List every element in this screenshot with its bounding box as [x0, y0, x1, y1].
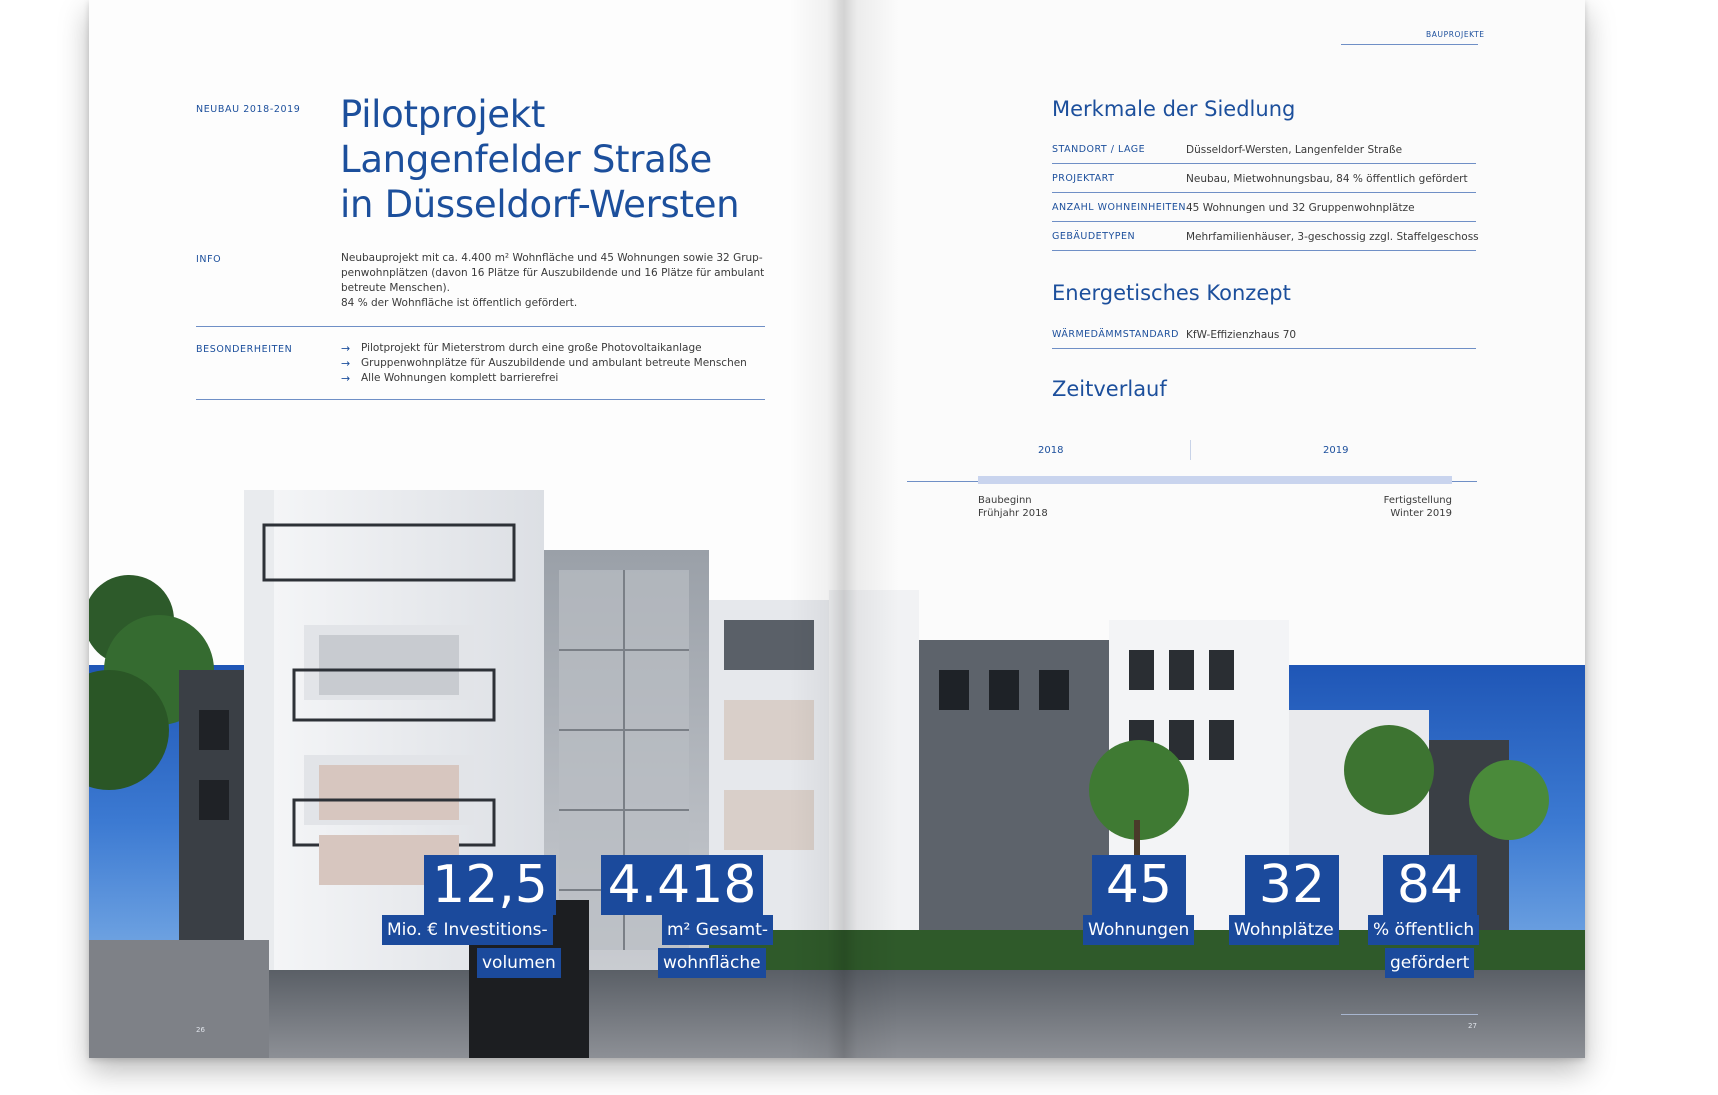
- page-number: 26: [196, 1026, 205, 1034]
- page-title: Pilotprojekt Langenfelder Straße in Düss…: [340, 92, 740, 227]
- table-row: ANZAHL WOHNEINHEITEN 45 Wohnungen und 32…: [1052, 193, 1476, 222]
- stat-label: m² Gesamt-: [662, 915, 774, 945]
- stat-number: 12,5: [424, 855, 556, 915]
- building-illustration: [89, 490, 1585, 1058]
- row-key: WÄRMEDÄMMSTANDARD: [1052, 329, 1179, 340]
- zeitverlauf-heading: Zeitverlauf: [1052, 377, 1167, 401]
- title-line: Pilotprojekt: [340, 93, 546, 136]
- arrow-right-icon: →: [341, 372, 351, 385]
- stat-label: Mio. € Investitions-: [382, 915, 553, 945]
- stat-number: 4.418: [601, 855, 763, 915]
- info-line: betreute Menschen).: [341, 282, 450, 294]
- table-row: PROJEKTART Neubau, Mietwohnungsbau, 84 %…: [1052, 164, 1476, 193]
- row-value: 45 Wohnungen und 32 Gruppenwohnplätze: [1186, 202, 1415, 214]
- row-value: KfW-Effizienzhaus 70: [1186, 329, 1297, 341]
- divider: [196, 399, 765, 400]
- stat-number: 32: [1245, 855, 1339, 915]
- list-item-text: Pilotprojekt für Mieterstrom durch eine …: [361, 342, 702, 354]
- title-line: Langenfelder Straße: [340, 138, 712, 181]
- list-item-text: Alle Wohnungen komplett barrierefrei: [361, 372, 559, 384]
- building-rendering: [89, 470, 1585, 1058]
- row-value: Düsseldorf-Wersten, Langenfelder Straße: [1186, 144, 1403, 156]
- row-key: GEBÄUDETYPEN: [1052, 231, 1136, 242]
- stat-label: Wohnungen: [1083, 915, 1195, 945]
- title-line: in Düsseldorf-Wersten: [340, 183, 740, 226]
- list-item: → Gruppenwohnplätze für Auszubildende und…: [341, 356, 747, 371]
- stat-number: 45: [1092, 855, 1186, 915]
- stat-label: gefördert: [1385, 948, 1475, 978]
- besonderheiten-label: BESONDERHEITEN: [196, 344, 293, 355]
- info-line: Neubauprojekt mit ca. 4.400 m² Wohnfläch…: [341, 252, 763, 264]
- info-label: INFO: [196, 254, 222, 265]
- header-rule: [1341, 44, 1478, 45]
- header-label: BAUPROJEKTE: [1426, 30, 1485, 39]
- footer-rule: [1341, 1014, 1478, 1015]
- table-row: STANDORT / LAGE Düsseldorf-Wersten, Lang…: [1052, 135, 1476, 164]
- table-row: GEBÄUDETYPEN Mehrfamilienhäuser, 3-gesch…: [1052, 222, 1479, 251]
- list-item: → Alle Wohnungen komplett barrierefrei: [341, 371, 747, 386]
- info-line: 84 % der Wohnfläche ist öffentlich geför…: [341, 297, 578, 309]
- arrow-right-icon: →: [341, 342, 351, 355]
- list-item: → Pilotprojekt für Mieterstrom durch eine…: [341, 341, 747, 356]
- timeline-year: 2019: [1323, 445, 1349, 456]
- info-line: penwohnplätzen (davon 16 Plätze für Ausz…: [341, 267, 765, 279]
- timeline-divider: [1190, 440, 1191, 460]
- merkmale-heading: Merkmale der Siedlung: [1052, 97, 1296, 121]
- page-number: 27: [1468, 1022, 1477, 1030]
- arrow-right-icon: →: [341, 357, 351, 370]
- row-key: STANDORT / LAGE: [1052, 144, 1146, 155]
- stat-label: Wohnplätze: [1229, 915, 1339, 945]
- list-item-text: Gruppenwohnplätze für Auszubildende und …: [361, 357, 747, 369]
- info-text: Neubauprojekt mit ca. 4.400 m² Wohnfläch…: [341, 251, 765, 311]
- stat-label: volumen: [477, 948, 561, 978]
- besonderheiten-list: → Pilotprojekt für Mieterstrom durch eine…: [341, 341, 747, 386]
- row-key: PROJEKTART: [1052, 173, 1115, 184]
- row-value: Neubau, Mietwohnungsbau, 84 % öffentlich…: [1186, 173, 1468, 185]
- divider: [196, 326, 765, 327]
- section-label: NEUBAU 2018-2019: [196, 104, 301, 115]
- row-key: ANZAHL WOHNEINHEITEN: [1052, 202, 1186, 213]
- row-value: Mehrfamilienhäuser, 3-geschossig zzgl. S…: [1186, 231, 1479, 243]
- table-row: WÄRMEDÄMMSTANDARD KfW-Effizienzhaus 70: [1052, 320, 1476, 349]
- timeline-year: 2018: [1038, 445, 1064, 456]
- energie-heading: Energetisches Konzept: [1052, 281, 1291, 305]
- stat-label: % öffentlich: [1368, 915, 1480, 945]
- stat-number: 84: [1383, 855, 1477, 915]
- stat-label: wohnfläche: [658, 948, 766, 978]
